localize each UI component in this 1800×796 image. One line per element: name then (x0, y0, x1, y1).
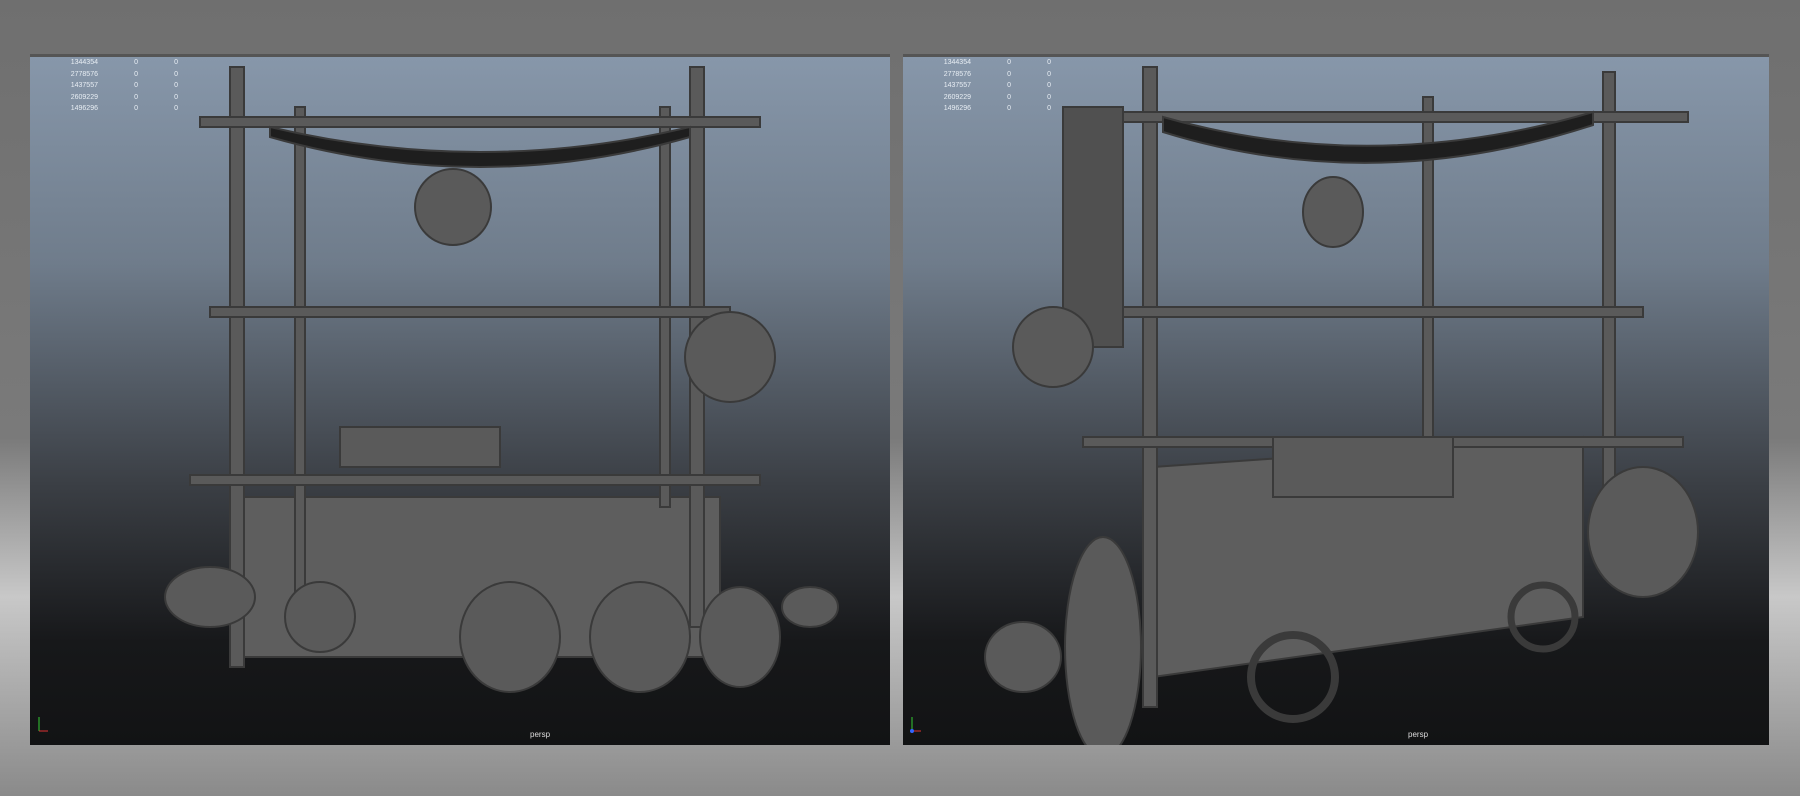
axis-gizmo-icon (38, 717, 48, 732)
axis-gizmo-icon (910, 717, 921, 733)
camera-label: persp (1408, 730, 1429, 739)
camera-label: persp (530, 730, 551, 739)
market-stall-model (164, 66, 839, 693)
viewport-persp-left[interactable]: 1344354 0 0 2778576 0 0 1437557 0 0 2609229 0 0 … (30, 54, 890, 745)
viewport-persp-right[interactable]: 1344354 0 0 2778576 0 0 1437557 0 0 2609229 0 0 … (903, 54, 1769, 745)
market-stall-model (984, 66, 1699, 745)
